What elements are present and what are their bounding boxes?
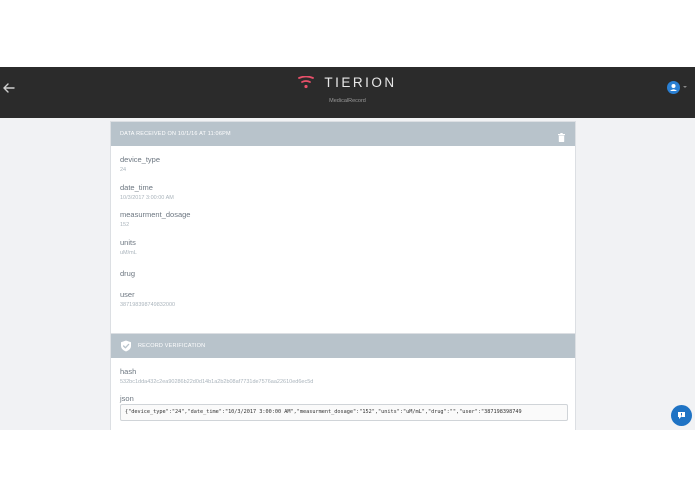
field-label: date_time [120,183,153,192]
field-json-label: json [120,394,134,403]
app-frame: TIERION MedicalRecord DATA RECEIVED ON 1… [0,67,695,430]
top-navigation-bar: TIERION MedicalRecord [0,67,695,118]
field-label: measurment_dosage [120,210,191,219]
brand-block: TIERION MedicalRecord [0,75,695,104]
field-value: 24 [120,167,127,173]
delete-record-button[interactable] [558,129,565,142]
field-label: units [120,238,136,247]
user-menu-button[interactable] [667,81,687,95]
brand-name: TIERION [324,75,397,90]
json-text: {"device_type":"24","date_time":"10/3/20… [125,409,522,415]
field-date-time: date_time 10/3/2017 3:00:00 AM [120,183,174,201]
tierion-logo-icon [298,75,315,88]
shield-check-icon [121,340,131,352]
verification-card-header: RECORD VERIFICATION [111,334,575,358]
field-label: hash [120,367,137,376]
field-units: units uM/mL [120,238,137,256]
chevron-down-icon [683,86,687,88]
field-value: 532bc1dda432c2ea90286b22d0d14b1a2b2b08af… [120,379,314,385]
record-verification-card: RECORD VERIFICATION hash 532bc1dda432c2e… [110,333,576,430]
json-output-box[interactable]: {"device_type":"24","date_time":"10/3/20… [120,404,568,421]
field-device-type: device_type 24 [120,155,160,173]
field-label: user [120,290,135,299]
field-value: 387198398749832000 [120,302,176,308]
help-chat-button[interactable] [671,405,692,426]
field-value: 10/3/2017 3:00:00 AM [120,195,174,201]
brand-subtitle: MedicalRecord [329,97,366,104]
field-hash: hash 532bc1dda432c2ea90286b22d0d14b1a2b2… [120,367,313,385]
field-value: uM/mL [120,250,137,256]
field-drug: drug [120,269,135,281]
field-user: user 387198398749832000 [120,290,175,308]
user-avatar-icon [667,81,680,94]
verification-card-title: RECORD VERIFICATION [138,343,206,349]
field-label: json [120,394,134,403]
field-value: 152 [120,222,130,228]
field-label: device_type [120,155,161,164]
record-card-header: DATA RECEIVED ON 10/1/16 AT 11:06PM [111,122,575,146]
record-card-title: DATA RECEIVED ON 10/1/16 AT 11:06PM [120,131,231,137]
field-label: drug [120,269,136,278]
chat-help-icon [678,412,685,419]
trash-icon [558,133,565,142]
field-measurment-dosage: measurment_dosage 152 [120,210,190,228]
